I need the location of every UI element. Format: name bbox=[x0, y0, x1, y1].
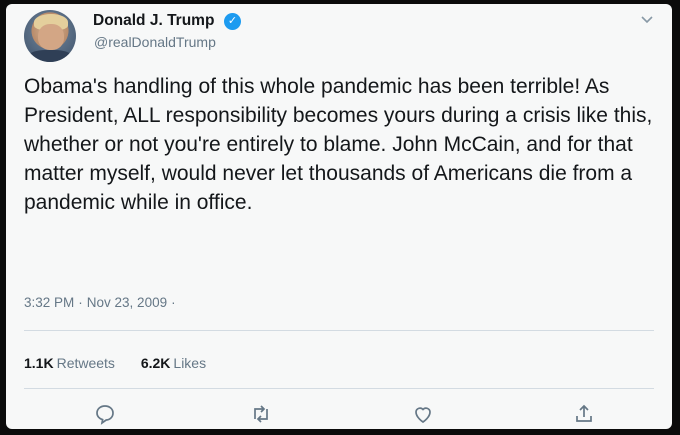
author-handle[interactable]: @realDonaldTrump bbox=[94, 34, 216, 50]
divider bbox=[24, 330, 654, 331]
separator-dot: · bbox=[171, 295, 176, 310]
retweet-icon[interactable] bbox=[249, 402, 273, 426]
avatar[interactable] bbox=[24, 10, 76, 62]
avatar-shirt bbox=[28, 50, 72, 62]
like-label: Likes bbox=[173, 355, 207, 371]
retweet-label: Retweets bbox=[56, 355, 115, 371]
like-icon[interactable] bbox=[411, 402, 435, 426]
tweet-date: Nov 23, 2009 bbox=[86, 295, 168, 310]
verified-badge-icon: ✓ bbox=[224, 13, 241, 30]
author-name[interactable]: Donald J. Trump bbox=[93, 12, 214, 30]
engagement-stats: 1.1K Retweets 6.2K Likes bbox=[24, 355, 206, 371]
tweet-timestamp[interactable]: 3:32 PM · Nov 23, 2009 · bbox=[24, 295, 180, 310]
tweet-text: Obama's handling of this whole pandemic … bbox=[24, 75, 653, 214]
like-stat[interactable]: 6.2K Likes bbox=[141, 355, 206, 371]
tweet-card: Donald J. Trump ✓ @realDonaldTrump Obama… bbox=[6, 4, 672, 429]
retweet-count: 1.1K bbox=[24, 355, 54, 371]
like-count: 6.2K bbox=[140, 355, 171, 371]
tweet-time: 3:32 PM bbox=[24, 295, 75, 310]
share-icon[interactable] bbox=[572, 402, 596, 426]
avatar-face bbox=[38, 24, 64, 50]
retweet-stat[interactable]: 1.1K Retweets bbox=[24, 355, 115, 371]
reply-icon[interactable] bbox=[93, 402, 117, 426]
separator-dot: · bbox=[78, 295, 83, 310]
divider bbox=[24, 388, 654, 389]
chevron-down-icon[interactable] bbox=[640, 12, 654, 26]
